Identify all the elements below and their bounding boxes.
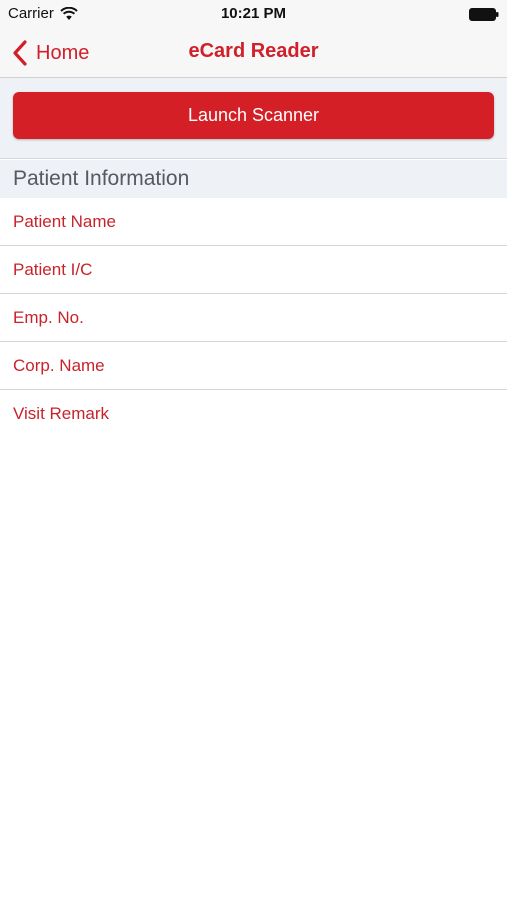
scanner-section: Launch Scanner — [0, 78, 507, 159]
patient-field-list: Patient Name Patient I/C Emp. No. Corp. … — [0, 198, 507, 438]
field-row-visit-remark[interactable]: Visit Remark — [0, 390, 507, 438]
status-time: 10:21 PM — [220, 5, 287, 22]
launch-scanner-button[interactable]: Launch Scanner — [13, 92, 494, 139]
field-row-patient-ic[interactable]: Patient I/C — [0, 246, 507, 294]
field-row-corp-name[interactable]: Corp. Name — [0, 342, 507, 390]
field-row-emp-no[interactable]: Emp. No. — [0, 294, 507, 342]
navigation-bar: Home eCard Reader — [0, 28, 507, 78]
field-label: Corp. Name — [13, 355, 105, 375]
battery-icon — [469, 8, 499, 21]
field-label: Visit Remark — [13, 404, 110, 423]
field-label: Patient I/C — [13, 259, 93, 279]
status-bar: Carrier 10:21 PM — [0, 0, 507, 28]
field-label: Emp. No. — [13, 307, 84, 327]
screen: Carrier 10:21 PM Home eCard Reader Launc… — [0, 0, 507, 900]
field-row-patient-name[interactable]: Patient Name — [0, 198, 507, 246]
section-header-patient-information: Patient Information — [0, 160, 507, 198]
field-label: Patient Name — [13, 211, 116, 231]
page-title: eCard Reader — [188, 40, 319, 62]
